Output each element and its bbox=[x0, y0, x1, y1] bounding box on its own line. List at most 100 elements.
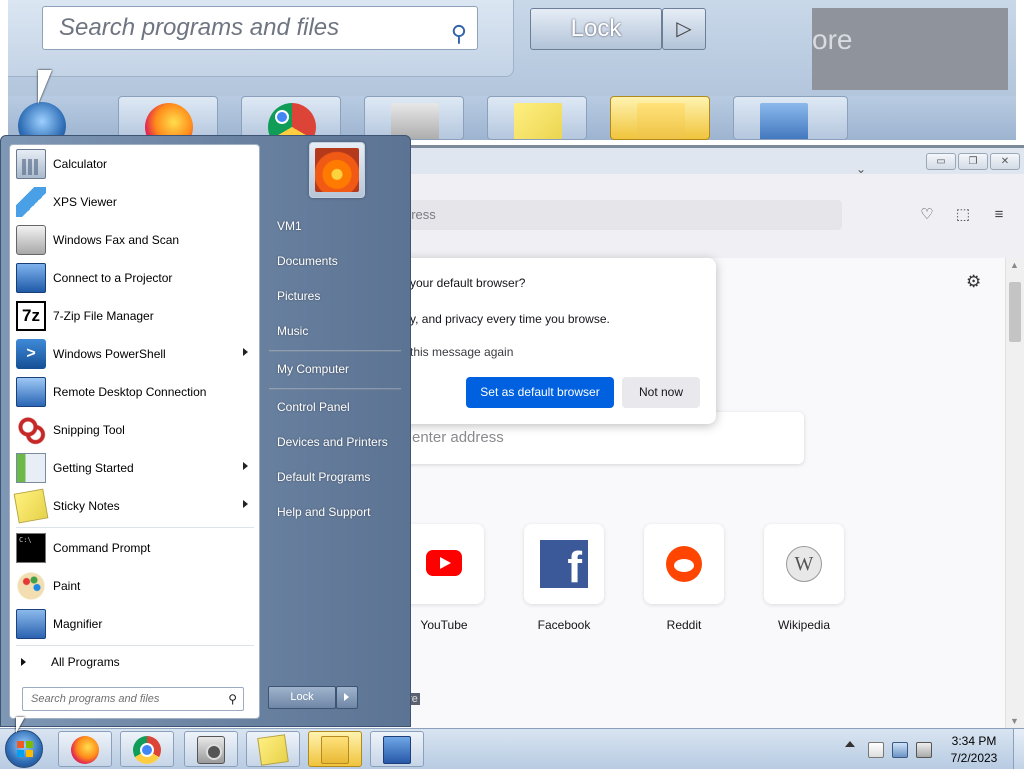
vertical-scrollbar[interactable]: ▲ ▼ bbox=[1005, 258, 1024, 728]
start-right-music[interactable]: Music bbox=[267, 315, 404, 347]
close-button[interactable]: ✕ bbox=[990, 153, 1020, 170]
file-explorer-icon bbox=[637, 103, 685, 139]
lock-button[interactable]: Lock bbox=[268, 686, 336, 709]
program-getting-started[interactable]: Getting Started bbox=[13, 451, 256, 485]
dialog-checkbox-label[interactable]: this message again bbox=[410, 345, 513, 359]
program-xps-viewer[interactable]: XPS Viewer bbox=[13, 185, 256, 219]
chrome-icon bbox=[133, 736, 161, 764]
program-projector[interactable]: Connect to a Projector bbox=[13, 261, 256, 295]
minimize-button[interactable]: ▭ bbox=[926, 153, 956, 170]
program-powershell[interactable]: > Windows PowerShell bbox=[13, 337, 256, 371]
taskbar-chrome-button[interactable] bbox=[120, 731, 174, 767]
all-programs-button[interactable]: All Programs bbox=[13, 649, 256, 675]
restore-button[interactable]: ❐ bbox=[958, 153, 988, 170]
shutdown-options-arrow-icon[interactable] bbox=[336, 686, 358, 709]
program-label: Magnifier bbox=[53, 617, 103, 631]
program-label: 7-Zip File Manager bbox=[53, 309, 154, 323]
show-hidden-icons-icon[interactable] bbox=[845, 741, 855, 747]
youtube-icon bbox=[426, 550, 462, 576]
network-icon[interactable] bbox=[892, 742, 908, 758]
start-right-help-support[interactable]: Help and Support bbox=[267, 496, 404, 528]
program-label: Windows Fax and Scan bbox=[53, 233, 180, 247]
program-7zip[interactable]: 7z 7-Zip File Manager bbox=[13, 299, 256, 333]
top-site-label: Wikipedia bbox=[777, 618, 831, 632]
program-command-prompt[interactable]: C:\ Command Prompt bbox=[13, 531, 256, 565]
program-calculator[interactable]: Calculator bbox=[13, 147, 256, 181]
sticky-notes-icon bbox=[514, 103, 562, 139]
settings-gear-icon[interactable]: ⚙ bbox=[966, 272, 981, 292]
program-paint[interactable]: Paint bbox=[13, 569, 256, 603]
user-picture[interactable] bbox=[309, 142, 365, 198]
camera-app-icon bbox=[197, 736, 225, 764]
start-button[interactable] bbox=[5, 730, 43, 768]
taskbar-explorer-button[interactable] bbox=[308, 731, 362, 767]
start-search-input[interactable]: Search programs and files ⚲ bbox=[22, 687, 244, 711]
program-label: Calculator bbox=[53, 157, 108, 171]
top-site-reddit[interactable]: Reddit bbox=[634, 524, 734, 632]
program-label: XPS Viewer bbox=[53, 195, 117, 209]
submenu-arrow-icon[interactable] bbox=[243, 348, 248, 356]
sticky-notes-icon bbox=[13, 488, 49, 524]
program-fax-scan[interactable]: Windows Fax and Scan bbox=[13, 223, 256, 257]
clock-time[interactable]: 3:34 PM bbox=[938, 734, 1010, 748]
start-right-devices-printers[interactable]: Devices and Printers bbox=[267, 426, 404, 458]
firefox-icon bbox=[71, 736, 99, 764]
scroll-up-icon[interactable]: ▲ bbox=[1010, 260, 1019, 270]
search-icon[interactable]: ⚲ bbox=[228, 692, 237, 706]
magnified-camera-button bbox=[364, 96, 464, 140]
chevron-right-icon bbox=[21, 658, 26, 666]
pocket-icon[interactable]: ♡ bbox=[916, 204, 938, 226]
start-right-default-programs[interactable]: Default Programs bbox=[267, 461, 404, 493]
wikipedia-icon: W bbox=[786, 546, 822, 582]
start-menu-programs-pane: Calculator XPS Viewer Windows Fax and Sc… bbox=[9, 144, 260, 719]
action-center-flag-icon[interactable] bbox=[868, 742, 884, 758]
submenu-arrow-icon[interactable] bbox=[243, 462, 248, 470]
magnified-search-input: Search programs and files ⚲ bbox=[42, 6, 478, 50]
top-site-tile[interactable] bbox=[644, 524, 724, 604]
facebook-icon: f bbox=[540, 540, 588, 592]
scroll-down-icon[interactable]: ▼ bbox=[1010, 716, 1019, 726]
taskbar-magnifier-button[interactable] bbox=[370, 731, 424, 767]
start-right-my-computer[interactable]: My Computer bbox=[267, 353, 404, 385]
start-right-pictures[interactable]: Pictures bbox=[267, 280, 404, 312]
program-remote-desktop[interactable]: Remote Desktop Connection bbox=[13, 375, 256, 409]
top-site-tile[interactable]: f bbox=[524, 524, 604, 604]
program-label: Connect to a Projector bbox=[53, 271, 173, 285]
address-bar[interactable]: dress bbox=[392, 200, 842, 230]
volume-muted-icon[interactable] bbox=[916, 742, 932, 758]
top-site-facebook[interactable]: f Facebook bbox=[514, 524, 614, 632]
not-now-button[interactable]: Not now bbox=[622, 377, 700, 408]
program-sticky-notes[interactable]: Sticky Notes bbox=[13, 488, 256, 524]
top-site-wikipedia[interactable]: W Wikipedia bbox=[754, 524, 854, 632]
dialog-body: y, and privacy every time you browse. bbox=[410, 312, 610, 326]
xps-viewer-icon bbox=[16, 187, 46, 217]
snipping-tool-icon bbox=[16, 415, 46, 445]
magnified-explorer-button bbox=[610, 96, 710, 140]
start-right-documents[interactable]: Documents bbox=[267, 245, 404, 277]
flower-avatar-icon bbox=[315, 148, 359, 192]
top-site-tile[interactable]: W bbox=[764, 524, 844, 604]
program-magnifier[interactable]: Magnifier bbox=[13, 607, 256, 641]
taskbar-sticky-notes-button[interactable] bbox=[246, 731, 300, 767]
submenu-arrow-icon[interactable] bbox=[243, 500, 248, 508]
program-label: Sticky Notes bbox=[53, 499, 120, 513]
taskbar: 3:34 PM 7/2/2023 bbox=[0, 728, 1024, 769]
program-label: Command Prompt bbox=[53, 541, 151, 555]
menu-icon[interactable]: ≡ bbox=[988, 204, 1010, 226]
fax-scan-icon bbox=[16, 225, 46, 255]
clock-date[interactable]: 7/2/2023 bbox=[938, 751, 1010, 765]
menu-divider bbox=[269, 350, 401, 352]
start-search-placeholder: Search programs and files bbox=[31, 693, 160, 705]
getting-started-icon bbox=[16, 453, 46, 483]
taskbar-camera-button[interactable] bbox=[184, 731, 238, 767]
start-right-control-panel[interactable]: Control Panel bbox=[267, 391, 404, 423]
program-snipping-tool[interactable]: Snipping Tool bbox=[13, 413, 256, 447]
set-default-browser-button[interactable]: Set as default browser bbox=[466, 377, 614, 408]
extensions-icon[interactable]: ⬚ bbox=[952, 204, 974, 226]
top-site-tile[interactable] bbox=[404, 524, 484, 604]
taskbar-firefox-button[interactable] bbox=[58, 731, 112, 767]
start-right-vm1[interactable]: VM1 bbox=[267, 210, 404, 242]
scrollbar-thumb[interactable] bbox=[1009, 282, 1021, 342]
show-desktop-button[interactable] bbox=[1013, 729, 1024, 769]
program-label: Getting Started bbox=[53, 461, 134, 475]
